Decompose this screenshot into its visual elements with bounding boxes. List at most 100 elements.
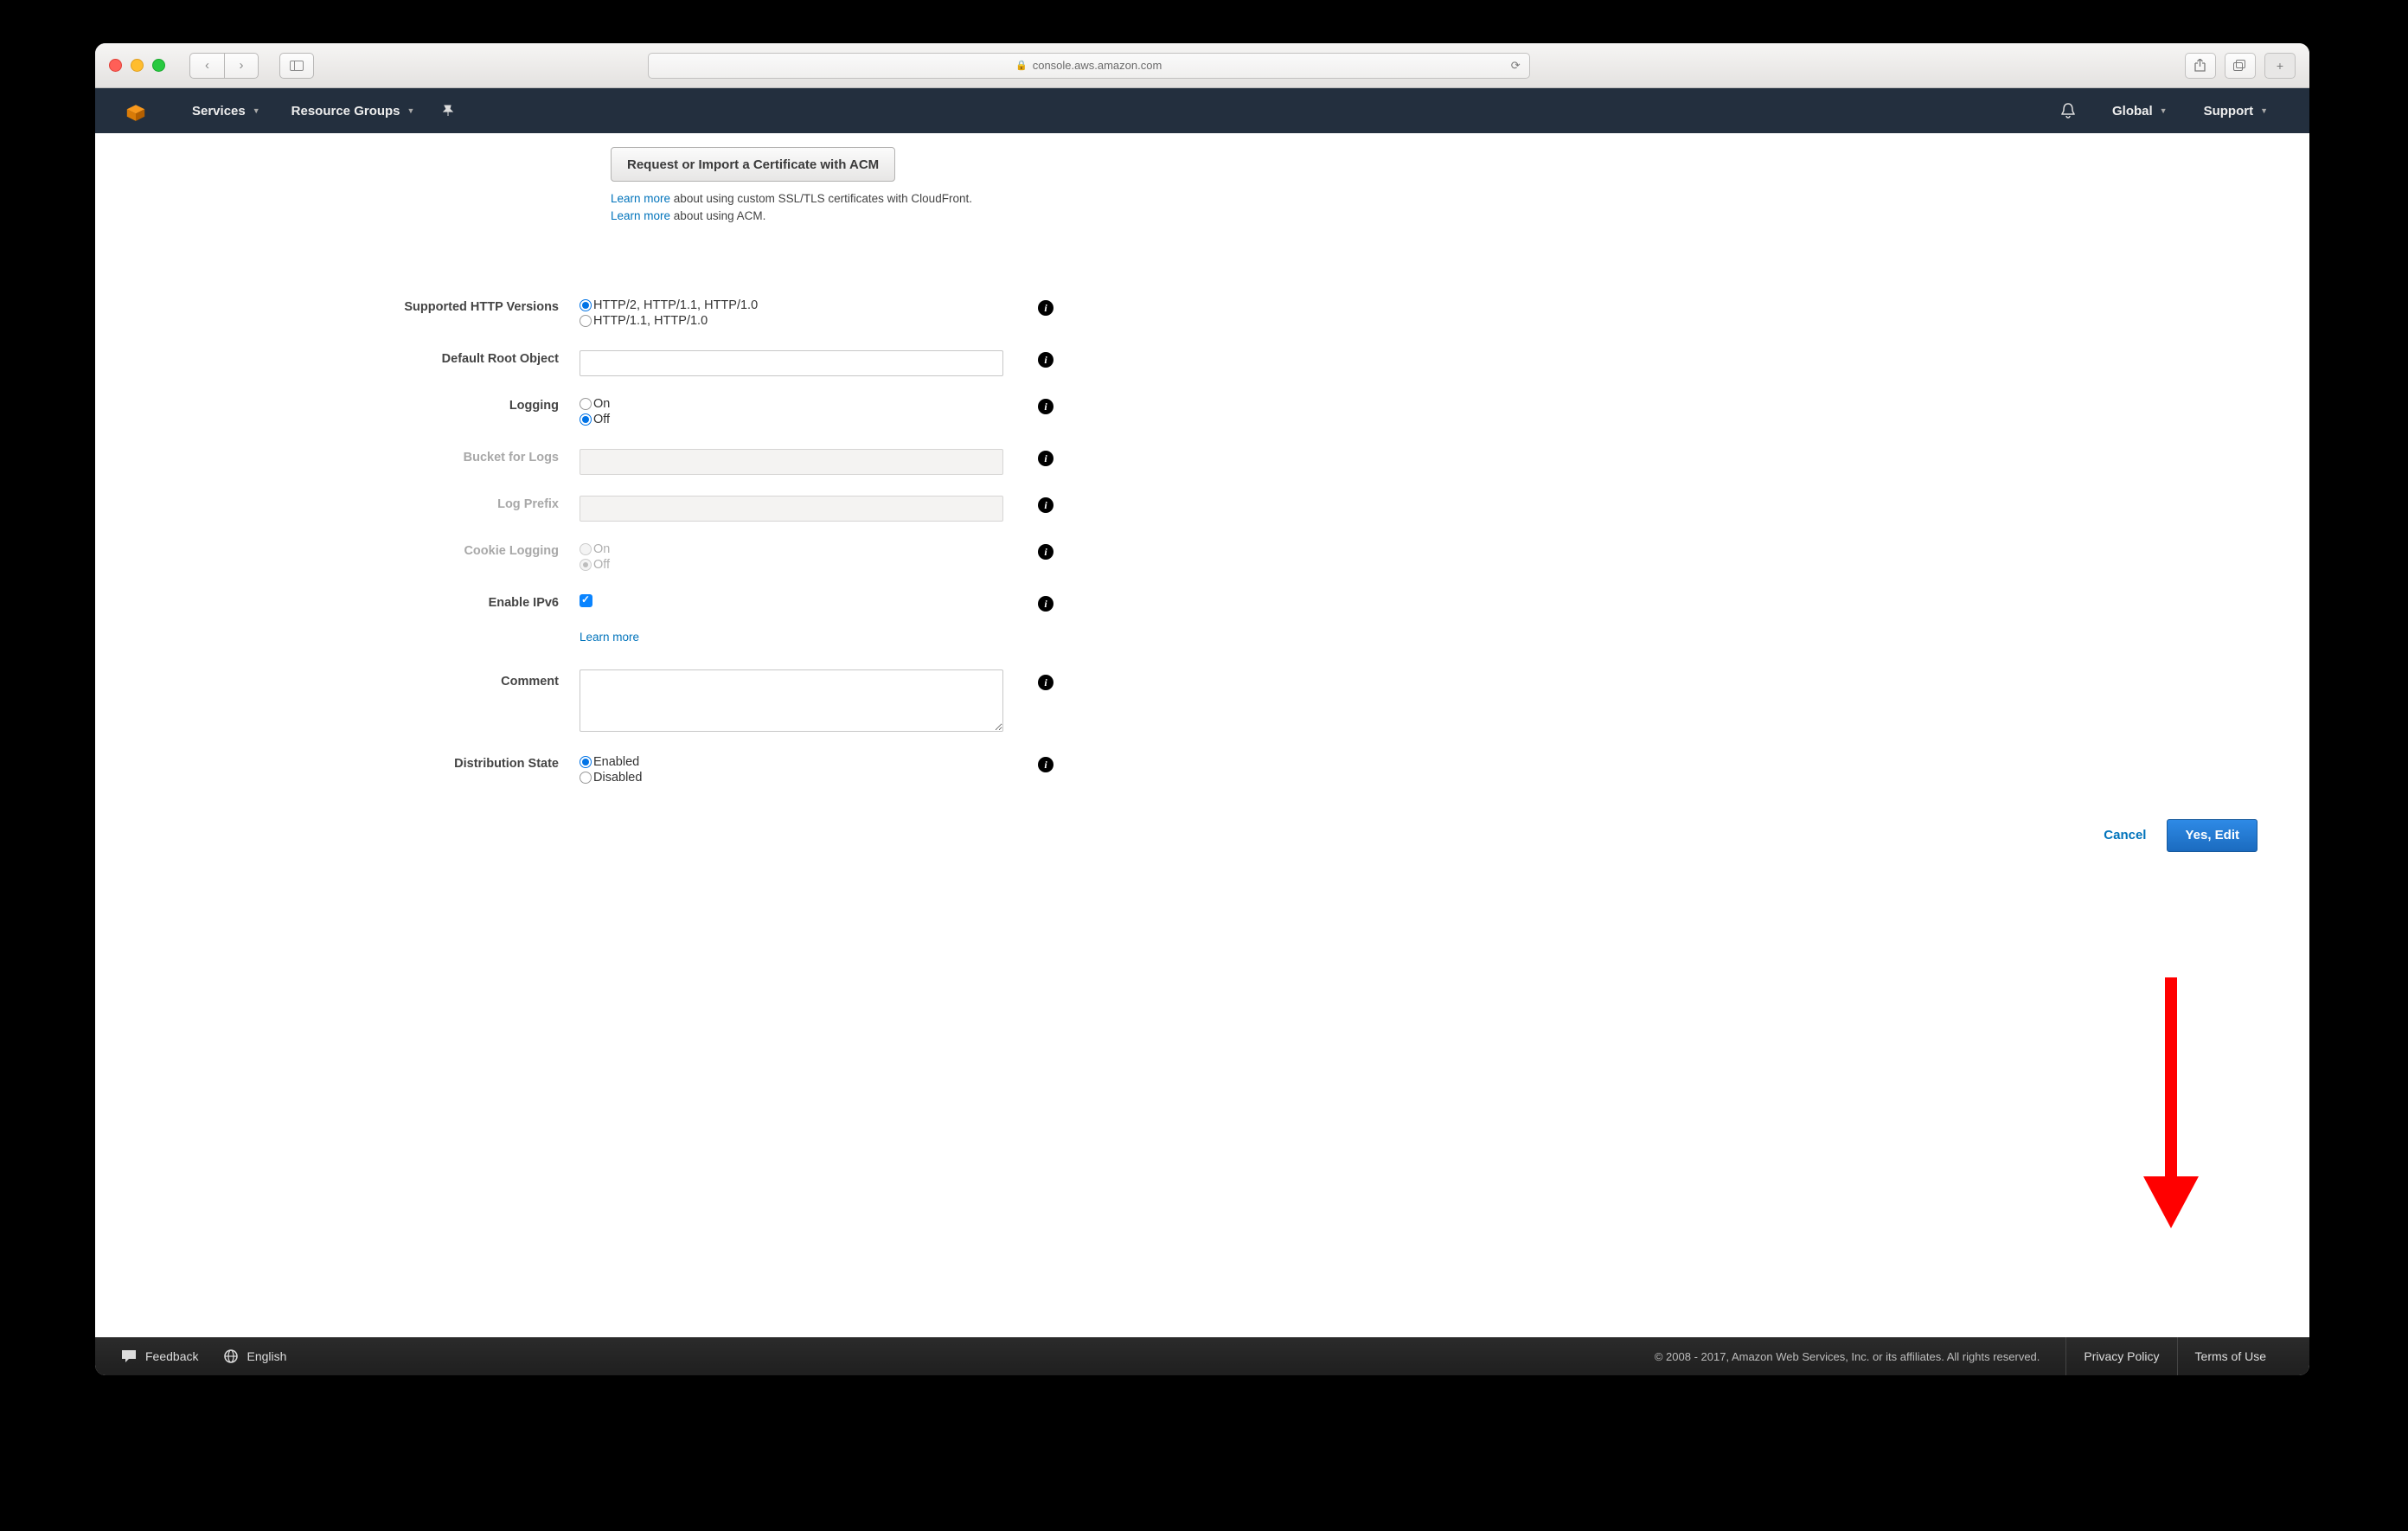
learn-more-acm-link[interactable]: Learn more <box>611 209 670 222</box>
window-controls <box>109 59 165 72</box>
browser-window: ‹ › 🔒 console.aws.amazon.com ⟳ + <box>95 43 2309 1375</box>
cookie-off-radio <box>580 559 592 571</box>
ipv6-checkbox[interactable] <box>580 594 592 607</box>
info-icon[interactable]: i <box>1038 757 1054 772</box>
label-ipv6: Enable IPv6 <box>95 594 580 610</box>
services-label: Services <box>192 104 246 119</box>
yes-edit-button[interactable]: Yes, Edit <box>2167 819 2258 852</box>
maximize-window-icon[interactable] <box>152 59 165 72</box>
label-logging: Logging <box>95 397 580 413</box>
request-import-cert-button[interactable]: Request or Import a Certificate with ACM <box>611 147 895 182</box>
dist-enabled-label: Enabled <box>593 755 639 769</box>
info-icon[interactable]: i <box>1038 675 1054 690</box>
share-button[interactable] <box>2185 53 2216 79</box>
info-icon[interactable]: i <box>1038 300 1054 316</box>
services-menu[interactable]: Services ▼ <box>176 88 276 133</box>
http-opt1[interactable]: HTTP/2, HTTP/1.1, HTTP/1.0 <box>580 298 1021 312</box>
aws-header: Services ▼ Resource Groups ▼ Global ▼ S <box>95 88 2309 133</box>
terms-link[interactable]: Terms of Use <box>2177 1337 2283 1375</box>
new-tab-button[interactable]: + <box>2264 53 2296 79</box>
http-opt2[interactable]: HTTP/1.1, HTTP/1.0 <box>580 314 1021 328</box>
info-icon[interactable]: i <box>1038 544 1054 560</box>
dist-enabled[interactable]: Enabled <box>580 755 1021 769</box>
cookie-off: Off <box>580 558 1021 572</box>
logging-off-radio[interactable] <box>580 413 592 426</box>
url-text: console.aws.amazon.com <box>1033 59 1162 72</box>
default-root-input[interactable] <box>580 350 1003 376</box>
logging-off[interactable]: Off <box>580 413 1021 426</box>
label-comment: Comment <box>95 669 580 689</box>
region-menu[interactable]: Global ▼ <box>2097 88 2183 133</box>
reload-icon[interactable]: ⟳ <box>1511 59 1521 73</box>
browser-toolbar: ‹ › 🔒 console.aws.amazon.com ⟳ + <box>95 43 2309 88</box>
support-label: Support <box>2204 104 2254 119</box>
cookie-off-label: Off <box>593 558 610 572</box>
bucket-logs-input <box>580 449 1003 475</box>
log-prefix-input <box>580 496 1003 522</box>
label-bucket-logs: Bucket for Logs <box>95 449 580 464</box>
ssl-help-suffix: about using custom SSL/TLS certificates … <box>670 192 972 205</box>
resource-groups-label: Resource Groups <box>291 104 400 119</box>
feedback-label: Feedback <box>145 1349 198 1363</box>
forward-button[interactable]: › <box>224 53 259 79</box>
label-log-prefix: Log Prefix <box>95 496 580 511</box>
dist-disabled-label: Disabled <box>593 771 642 785</box>
back-button[interactable]: ‹ <box>189 53 224 79</box>
info-icon[interactable]: i <box>1038 352 1054 368</box>
http-opt1-label: HTTP/2, HTTP/1.1, HTTP/1.0 <box>593 298 758 312</box>
comment-textarea[interactable] <box>580 669 1003 732</box>
nav-buttons: ‹ › <box>189 53 259 79</box>
lock-icon: 🔒 <box>1015 60 1028 71</box>
caret-down-icon: ▼ <box>253 106 260 115</box>
row-logging: Logging On Off i <box>95 397 2309 428</box>
http-opt2-radio[interactable] <box>580 315 592 327</box>
info-icon[interactable]: i <box>1038 451 1054 466</box>
resource-groups-menu[interactable]: Resource Groups ▼ <box>276 88 431 133</box>
row-bucket-logs: Bucket for Logs i <box>95 449 2309 475</box>
cancel-button[interactable]: Cancel <box>2104 828 2146 842</box>
dist-disabled[interactable]: Disabled <box>580 771 1021 785</box>
row-comment: Comment i <box>95 669 2309 734</box>
language-label: English <box>247 1349 286 1363</box>
feedback-button[interactable]: Feedback <box>121 1349 198 1363</box>
info-icon[interactable]: i <box>1038 399 1054 414</box>
address-bar[interactable]: 🔒 console.aws.amazon.com ⟳ <box>648 53 1530 79</box>
learn-more-ssl-link[interactable]: Learn more <box>611 192 670 205</box>
pin-button[interactable] <box>430 88 466 133</box>
aws-logo-icon[interactable] <box>121 96 150 125</box>
support-menu[interactable]: Support ▼ <box>2188 88 2283 133</box>
dist-enabled-radio[interactable] <box>580 756 592 768</box>
close-window-icon[interactable] <box>109 59 122 72</box>
ssl-help-text: Learn more about using custom SSL/TLS ce… <box>611 190 2309 226</box>
logging-on-radio[interactable] <box>580 398 592 410</box>
info-icon[interactable]: i <box>1038 497 1054 513</box>
label-dist-state: Distribution State <box>95 755 580 771</box>
row-ipv6: Enable IPv6 Learn more i <box>95 594 2309 644</box>
minimize-window-icon[interactable] <box>131 59 144 72</box>
logging-on-label: On <box>593 397 610 411</box>
row-log-prefix: Log Prefix i <box>95 496 2309 522</box>
form-actions: Cancel Yes, Edit <box>95 807 2309 862</box>
info-icon[interactable]: i <box>1038 596 1054 612</box>
http-opt1-radio[interactable] <box>580 299 592 311</box>
label-cookie-logging: Cookie Logging <box>95 542 580 558</box>
notifications-button[interactable] <box>2045 88 2091 133</box>
logging-on[interactable]: On <box>580 397 1021 411</box>
logging-off-label: Off <box>593 413 610 426</box>
tabs-button[interactable] <box>2225 53 2256 79</box>
distribution-form: Supported HTTP Versions HTTP/2, HTTP/1.1… <box>95 298 2309 786</box>
label-default-root: Default Root Object <box>95 350 580 366</box>
caret-down-icon: ▼ <box>2160 106 2168 115</box>
caret-down-icon: ▼ <box>407 106 415 115</box>
row-dist-state: Distribution State Enabled Disabled i <box>95 755 2309 786</box>
language-button[interactable]: English <box>224 1349 286 1363</box>
cookie-on-label: On <box>593 542 610 556</box>
aws-footer: Feedback English © 2008 - 2017, Amazon W… <box>95 1337 2309 1375</box>
cookie-on: On <box>580 542 1021 556</box>
main-content: Request or Import a Certificate with ACM… <box>95 133 2309 1337</box>
sidebar-toggle-button[interactable] <box>279 53 314 79</box>
dist-disabled-radio[interactable] <box>580 772 592 784</box>
acm-help-suffix: about using ACM. <box>670 209 765 222</box>
privacy-link[interactable]: Privacy Policy <box>2065 1337 2176 1375</box>
ipv6-learn-more-link[interactable]: Learn more <box>580 631 639 644</box>
